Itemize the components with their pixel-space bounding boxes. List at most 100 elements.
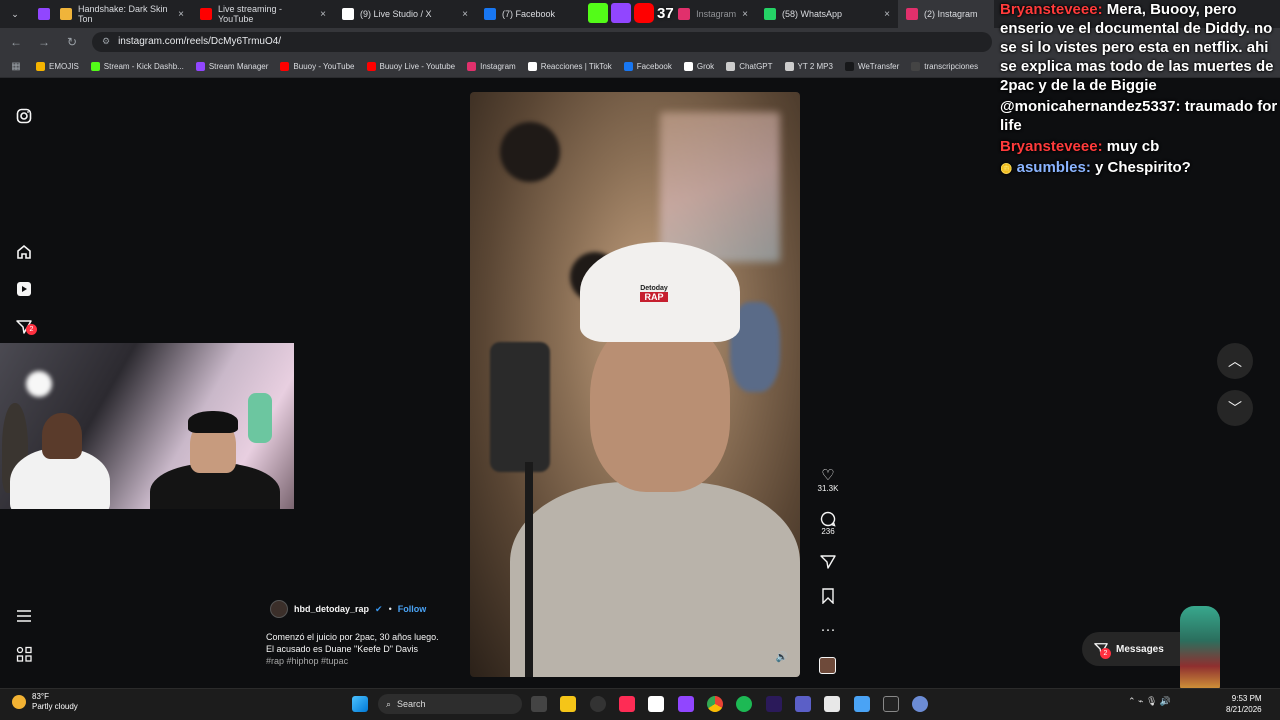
premiere-icon[interactable]	[766, 696, 782, 712]
bookmark-item[interactable]: Stream Manager	[195, 61, 268, 71]
like-button[interactable]: ♡ 31.3K	[815, 468, 841, 494]
discord-icon[interactable]	[912, 696, 928, 712]
bookmark-item[interactable]: Instagram	[467, 61, 516, 71]
tab-label: (58) WhatsApp	[782, 9, 843, 19]
share-button[interactable]	[815, 554, 841, 570]
more-options-button[interactable]: ···	[815, 622, 841, 638]
chrome-icon[interactable]	[707, 696, 723, 712]
task-view-icon[interactable]	[531, 696, 547, 712]
bookmark-item[interactable]: WeTransfer	[844, 61, 899, 71]
audio-thumbnail[interactable]	[819, 657, 836, 674]
browser-tab-active[interactable]: (2) Instagram	[898, 0, 994, 28]
spotify-icon[interactable]	[736, 696, 752, 712]
reel-video[interactable]: Detoday RAP 🔊	[470, 92, 800, 677]
close-icon[interactable]: ×	[462, 9, 468, 20]
bookmark-favicon	[844, 61, 854, 71]
bookmark-label: Grok	[696, 61, 715, 71]
more-apps-icon[interactable]	[14, 644, 34, 664]
chat-username: asumbles:	[1016, 159, 1091, 176]
verified-badge-icon: ✔	[375, 603, 383, 614]
bookmark-item[interactable]: EMOJIS	[36, 61, 79, 71]
close-icon[interactable]: ×	[320, 9, 326, 20]
app-icon[interactable]	[678, 696, 694, 712]
tab-favicon	[200, 8, 212, 20]
author-username[interactable]: hbd_detoday_rap	[294, 604, 369, 614]
weather-widget[interactable]: 83°F Partly cloudy	[12, 692, 78, 712]
avatar[interactable]	[270, 600, 288, 618]
taskbar-search[interactable]: ⌕ Search	[378, 694, 522, 714]
tab-label: (9) Live Studio / X	[360, 9, 432, 19]
messages-badge: 2	[1100, 648, 1111, 659]
next-reel-button[interactable]: ﹀	[1217, 390, 1253, 426]
browser-tab[interactable]: (7) Facebook	[476, 0, 574, 28]
extension-tab[interactable]	[30, 0, 52, 28]
close-icon[interactable]: ×	[742, 9, 748, 20]
chat-text: muy cb	[1102, 138, 1160, 155]
bookmark-label: Instagram	[480, 61, 516, 71]
system-tray-icon[interactable]: ⌃ ⌁ 🎙 🔊	[1128, 696, 1188, 712]
comment-button[interactable]: 236	[815, 511, 841, 536]
site-info-icon[interactable]: ⚙	[102, 36, 110, 47]
bookmark-item[interactable]: transcripciones	[911, 61, 978, 71]
bookmark-label: Stream - Kick Dashb...	[103, 61, 184, 71]
tiktok-icon[interactable]	[619, 696, 635, 712]
bookmark-label: Buuoy - YouTube	[293, 61, 355, 71]
back-arrow-icon[interactable]: ←	[8, 35, 24, 49]
bookmark-favicon	[623, 61, 633, 71]
bookmark-item[interactable]: Reacciones | TikTok	[527, 61, 612, 71]
chat-message: 🪙 asumbles: y Chespirito?	[1000, 158, 1280, 179]
speaker-icon[interactable]: 🔊	[776, 652, 788, 663]
bookmark-item[interactable]: ChatGPT	[726, 61, 773, 71]
home-icon[interactable]	[14, 242, 34, 262]
bookmark-favicon	[280, 61, 290, 71]
close-icon[interactable]: ×	[178, 9, 184, 20]
url-text: instagram.com/reels/DcMy6TrmuO4/	[118, 36, 282, 47]
reel-author: hbd_detoday_rap ✔ • Follow	[270, 600, 426, 618]
menu-icon[interactable]	[14, 606, 34, 626]
bookmark-item[interactable]: Grok	[683, 61, 715, 71]
start-button-icon[interactable]	[352, 696, 368, 712]
tab-search-button[interactable]: ⌄	[0, 0, 30, 28]
bookmark-item[interactable]: Buuoy - YouTube	[280, 61, 355, 71]
browser-tab[interactable]: (58) WhatsApp ×	[756, 0, 898, 28]
bookmark-label: EMOJIS	[49, 61, 79, 71]
file-icon[interactable]	[824, 696, 840, 712]
reel-caption: Comenzó el juicio por 2pac, 30 años lueg…	[266, 631, 466, 667]
more-icon: ···	[820, 621, 836, 638]
browser-tab[interactable]: (9) Live Studio / X ×	[334, 0, 476, 28]
app-icon[interactable]	[795, 696, 811, 712]
reels-icon[interactable]	[14, 279, 34, 299]
clock[interactable]: 9:53 PM 8/21/2026	[1226, 693, 1262, 715]
notification-badge: 2	[26, 324, 37, 335]
taskbar	[0, 688, 1280, 720]
app-icon[interactable]	[883, 696, 899, 712]
obs-icon[interactable]	[590, 696, 606, 712]
browser-tab[interactable]: Handshake: Dark Skin Ton ×	[52, 0, 192, 28]
hashtags[interactable]: #rap #hiphop #tupac	[266, 655, 466, 667]
cap-brand-text: Detoday	[640, 284, 668, 292]
url-input[interactable]: ⚙ instagram.com/reels/DcMy6TrmuO4/	[92, 31, 992, 52]
apps-grid-icon[interactable]: ▦	[8, 61, 24, 72]
bookmark-label: Buuoy Live - Youtube	[379, 61, 456, 71]
clock-date: 8/21/2026	[1226, 705, 1262, 714]
bookmark-favicon	[911, 61, 921, 71]
bookmark-item[interactable]: YT 2 MP3	[784, 61, 833, 71]
reload-icon[interactable]: ↻	[64, 35, 80, 49]
previous-reel-button[interactable]: ︿	[1217, 343, 1253, 379]
bookmark-item[interactable]: Facebook	[623, 61, 672, 71]
browser-tab[interactable]: Live streaming - YouTube ×	[192, 0, 334, 28]
bookmark-item[interactable]: Stream - Kick Dashb...	[90, 61, 184, 71]
bookmark-item[interactable]: Buuoy Live - Youtube	[366, 61, 456, 71]
bookmark-favicon	[90, 61, 100, 71]
search-icon: ⌕	[386, 698, 392, 709]
file-explorer-icon[interactable]	[560, 696, 576, 712]
close-icon[interactable]: ×	[884, 9, 890, 20]
forward-arrow-icon[interactable]: →	[36, 35, 52, 49]
notepad-icon[interactable]	[854, 696, 870, 712]
instagram-logo-icon[interactable]	[14, 106, 34, 126]
chevron-up-icon: ︿	[1228, 353, 1242, 369]
follow-button[interactable]: Follow	[398, 604, 427, 614]
capcut-icon[interactable]	[648, 696, 664, 712]
clock-time: 9:53 PM	[1231, 694, 1262, 703]
save-button[interactable]	[815, 588, 841, 604]
